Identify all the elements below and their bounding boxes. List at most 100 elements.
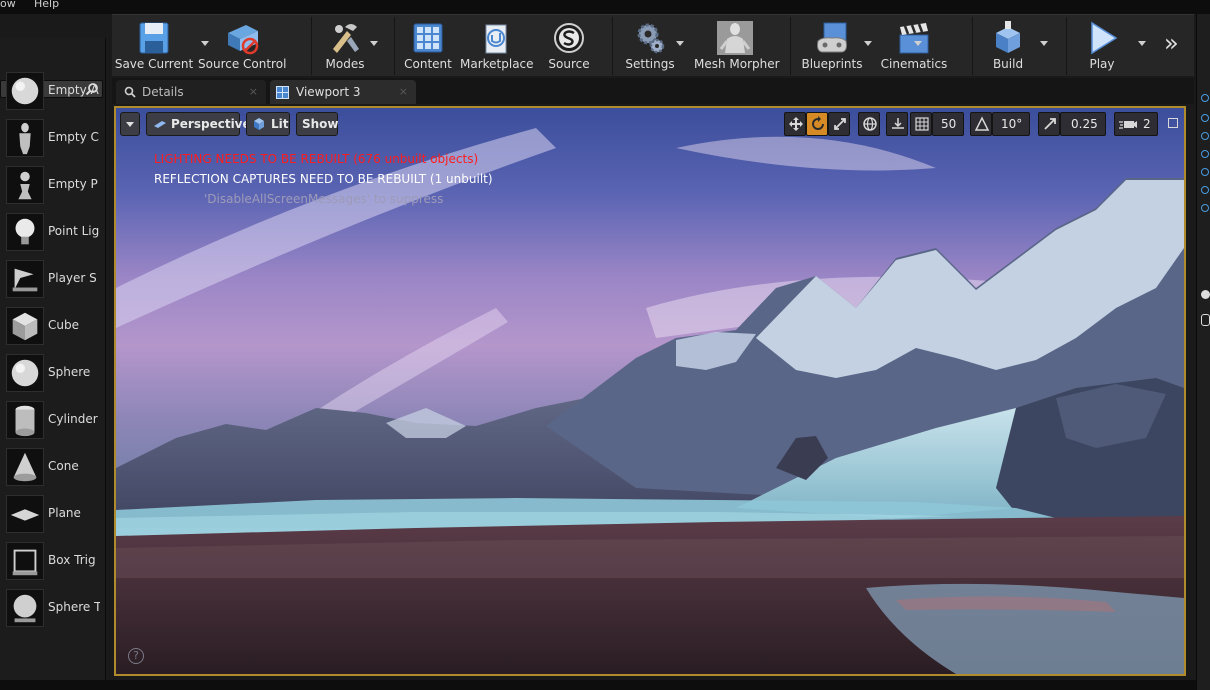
box-trigger-icon (12, 549, 38, 576)
visibility-eye-icon[interactable] (1201, 114, 1209, 122)
sphere-icon (11, 77, 39, 105)
place-actor-thumbnail (6, 354, 44, 392)
place-actor-label: Point Lig (48, 224, 100, 238)
play-button[interactable]: Play (1072, 15, 1146, 75)
marketplace-button[interactable]: Marketplace (460, 15, 534, 75)
toolbar-overflow-button[interactable]: » (1162, 15, 1186, 75)
cinematics-button[interactable]: Cinematics (878, 15, 950, 75)
place-actor-item[interactable]: Cylinder (4, 399, 104, 441)
right-panel-strip (1196, 14, 1210, 690)
build-button[interactable]: Build (978, 15, 1048, 75)
close-icon[interactable]: × (249, 80, 258, 104)
place-actor-item[interactable]: Empty P (4, 164, 104, 206)
source-icon (554, 23, 584, 53)
show-flags-button[interactable]: Show (296, 112, 339, 136)
rotation-snap-toggle[interactable] (970, 112, 992, 136)
chevron-down-icon[interactable] (1040, 41, 1048, 46)
world-space-button[interactable] (858, 112, 880, 136)
place-actor-label: Cylinder (48, 412, 98, 426)
close-icon[interactable]: × (399, 80, 408, 104)
gear-icon (637, 23, 665, 54)
content-button[interactable]: Content (400, 15, 456, 75)
chevron-down-icon[interactable] (676, 41, 684, 46)
tab-details[interactable]: Details × (116, 80, 266, 104)
character-icon (19, 122, 31, 155)
editor-window: ow Help Empty A Empty C Empty P Point Lig Pl… (0, 0, 1210, 690)
build-label: Build (992, 57, 1024, 71)
settings-button[interactable]: Settings (618, 15, 684, 75)
grid-snap-value[interactable]: 50 (932, 112, 964, 136)
rotate-tool-button[interactable] (806, 112, 828, 136)
visibility-eye-icon[interactable] (1201, 150, 1209, 158)
visibility-eye-icon[interactable] (1201, 204, 1209, 212)
visibility-eye-icon[interactable] (1201, 94, 1209, 102)
grid-snap-toggle[interactable] (910, 112, 932, 136)
place-actor-item[interactable]: Cube (4, 305, 104, 347)
place-actor-item[interactable]: Player S (4, 258, 104, 300)
play-label: Play (1089, 57, 1115, 71)
place-actor-label: Cube (48, 318, 79, 332)
marketplace-label: Marketplace (460, 57, 534, 71)
sphere-icon (11, 359, 39, 387)
chevron-down-icon[interactable] (370, 41, 378, 46)
details-icon (124, 86, 136, 98)
visibility-eye-icon[interactable] (1201, 132, 1209, 140)
content-label: Content (404, 57, 452, 71)
modes-button[interactable]: Modes (316, 15, 378, 75)
main-toolbar: Save Current Source Control Modes Conten… (112, 14, 1194, 76)
place-actor-item[interactable]: Box Trig (4, 540, 104, 582)
chevron-down-icon[interactable] (201, 41, 209, 46)
chevron-down-icon[interactable] (914, 41, 922, 46)
place-actor-thumbnail (6, 589, 44, 627)
place-actor-item[interactable]: Empty A (4, 70, 104, 112)
double-chevron-icon: » (1164, 29, 1179, 57)
view-mode-lit-button[interactable]: Lit (246, 112, 290, 136)
place-actor-item[interactable]: Point Lig (4, 211, 104, 253)
translate-tool-button[interactable] (784, 112, 806, 136)
blueprints-button[interactable]: Blueprints (796, 15, 872, 75)
play-icon (1091, 21, 1118, 55)
toolbar-separator (394, 17, 395, 75)
menu-item-window[interactable]: ow (0, 0, 16, 10)
source-button[interactable]: Source (538, 15, 600, 75)
help-icon[interactable]: ? (128, 648, 144, 664)
place-actor-label: Cone (48, 459, 79, 473)
menu-item-help[interactable]: Help (34, 0, 59, 10)
grid-snap-label: 50 (941, 117, 957, 131)
rotation-snap-label: 10° (1001, 117, 1023, 131)
lit-label: Lit (271, 117, 289, 131)
camera-speed-button[interactable]: 2 (1114, 112, 1158, 136)
level-viewport[interactable]: Perspective Lit Show LIGHTING NEEDS TO B… (114, 106, 1186, 676)
place-actor-item[interactable]: Plane (4, 493, 104, 535)
tab-viewport-label: Viewport 3 (296, 85, 361, 99)
chevron-down-icon[interactable] (864, 41, 872, 46)
place-actor-item[interactable]: Sphere (4, 352, 104, 394)
visibility-eye-icon[interactable] (1201, 168, 1209, 176)
scale-tool-button[interactable] (828, 112, 850, 136)
scale-snap-value[interactable]: 0.25 (1060, 112, 1106, 136)
place-actor-item[interactable]: Sphere T (4, 587, 104, 629)
chevron-down-icon[interactable] (1138, 41, 1146, 46)
move-arrows-icon (789, 117, 803, 131)
visibility-eye-icon[interactable] (1201, 186, 1209, 194)
source-control-button[interactable]: Source Control (198, 15, 286, 75)
lock-icon[interactable] (1201, 314, 1210, 326)
perspective-button[interactable]: Perspective (146, 112, 251, 136)
place-actor-item[interactable]: Cone (4, 446, 104, 488)
surface-snap-button[interactable] (886, 112, 908, 136)
camera-speed-icon (1119, 121, 1137, 129)
maximize-icon[interactable] (1168, 118, 1178, 128)
tab-viewport[interactable]: Viewport 3 × (270, 80, 416, 104)
mesh-morpher-button[interactable]: Mesh Morpher (694, 15, 780, 75)
viewport-options-button[interactable] (120, 112, 140, 136)
scale-snap-toggle[interactable] (1038, 112, 1060, 136)
grid-icon (915, 117, 929, 131)
place-actor-label: Sphere (48, 365, 91, 379)
place-actor-thumbnail (6, 542, 44, 580)
rotation-snap-value[interactable]: 10° (992, 112, 1030, 136)
save-current-button[interactable]: Save Current (114, 15, 194, 75)
tab-details-label: Details (142, 85, 184, 99)
scale-snap-icon (1044, 118, 1056, 130)
place-actor-item[interactable]: Empty C (4, 117, 104, 159)
blueprints-label: Blueprints (801, 57, 863, 71)
